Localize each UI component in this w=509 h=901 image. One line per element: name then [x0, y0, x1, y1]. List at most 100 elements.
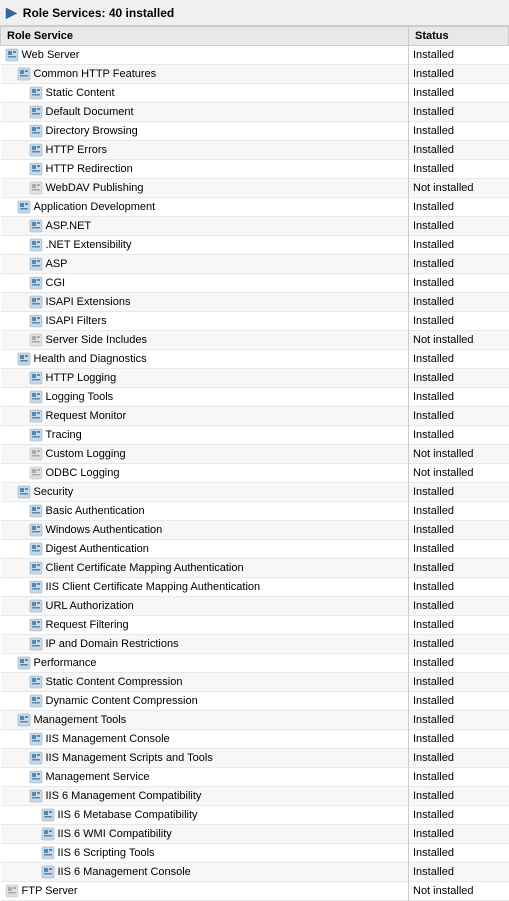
role-status: Installed [409, 312, 509, 331]
table-row: IIS 6 Management Console Installed [1, 863, 509, 882]
role-name: .NET Extensibility [46, 239, 132, 251]
role-name: Security [34, 486, 74, 498]
table-row: URL AuthorizationInstalled [1, 597, 509, 616]
role-name: IIS 6 Management Console [58, 866, 191, 878]
role-name: IIS Client Certificate Mapping Authentic… [46, 581, 261, 593]
header-title: Role Services: [23, 6, 106, 20]
role-services-table: Role Service Status Web ServerInstalled … [0, 26, 509, 901]
role-icon [5, 884, 19, 898]
role-name: HTTP Redirection [46, 163, 133, 175]
role-status: Installed [409, 160, 509, 179]
role-icon [17, 200, 31, 214]
role-icon [29, 580, 43, 594]
role-icon [41, 846, 55, 860]
table-row: HTTP ErrorsInstalled [1, 141, 509, 160]
table-row: Management ServiceInstalled [1, 768, 509, 787]
role-icon [29, 751, 43, 765]
header-count: 40 installed [109, 6, 174, 20]
role-icon [29, 295, 43, 309]
role-status: Installed [409, 198, 509, 217]
role-status: Installed [409, 825, 509, 844]
table-row: ASP.NETInstalled [1, 217, 509, 236]
role-icon [29, 675, 43, 689]
role-icon [29, 523, 43, 537]
role-status: Installed [409, 236, 509, 255]
table-row: Health and DiagnosticsInstalled [1, 350, 509, 369]
role-icon [29, 447, 43, 461]
role-icon [5, 48, 19, 62]
table-header-row: Role Service Status [1, 27, 509, 46]
role-icon [29, 219, 43, 233]
role-icon [17, 485, 31, 499]
header-icon: ▶ [6, 4, 17, 21]
role-icon [29, 390, 43, 404]
role-name: IIS 6 Scripting Tools [58, 847, 155, 859]
role-name: IP and Domain Restrictions [46, 638, 179, 650]
table-row: IIS 6 Management Compatibility Installed [1, 787, 509, 806]
role-name: CGI [46, 277, 66, 289]
role-status: Installed [409, 274, 509, 293]
role-status: Installed [409, 559, 509, 578]
table-row: Static Content CompressionInstalled [1, 673, 509, 692]
role-name: ASP [46, 258, 68, 270]
role-name: IIS Management Console [46, 733, 170, 745]
role-name: Dynamic Content Compression [46, 695, 198, 707]
col-status: Status [409, 27, 509, 46]
role-icon [29, 124, 43, 138]
role-icon [29, 86, 43, 100]
role-status: Installed [409, 844, 509, 863]
role-icon [17, 713, 31, 727]
table-row: Request FilteringInstalled [1, 616, 509, 635]
table-row: ODBC LoggingNot installed [1, 464, 509, 483]
role-name: ASP.NET [46, 220, 92, 232]
role-status: Installed [409, 103, 509, 122]
table-row: TracingInstalled [1, 426, 509, 445]
role-icon [29, 504, 43, 518]
role-icon [29, 466, 43, 480]
role-name: Directory Browsing [46, 125, 138, 137]
role-status: Installed [409, 578, 509, 597]
header: ▶ Role Services: 40 installed [0, 0, 509, 26]
role-status: Installed [409, 863, 509, 882]
role-status: Not installed [409, 331, 509, 350]
role-status: Installed [409, 711, 509, 730]
role-name: ISAPI Filters [46, 315, 107, 327]
role-icon [29, 561, 43, 575]
table-row: HTTP Redirection Installed [1, 160, 509, 179]
role-status: Installed [409, 84, 509, 103]
table-row: Management ToolsInstalled [1, 711, 509, 730]
table-row: Logging ToolsInstalled [1, 388, 509, 407]
table-row: IIS Client Certificate Mapping Authentic… [1, 578, 509, 597]
role-name: Static Content [46, 87, 115, 99]
role-icon [29, 428, 43, 442]
table-row: IIS 6 WMI CompatibilityInstalled [1, 825, 509, 844]
table-row: Request MonitorInstalled [1, 407, 509, 426]
role-status: Installed [409, 787, 509, 806]
role-name: Basic Authentication [46, 505, 145, 517]
role-status: Installed [409, 483, 509, 502]
role-icon [29, 333, 43, 347]
role-name: HTTP Logging [46, 372, 117, 384]
table-row: Default Document Installed [1, 103, 509, 122]
role-icon [29, 694, 43, 708]
role-name: Default Document [46, 106, 134, 118]
role-name: Application Development [34, 201, 156, 213]
role-name: IIS 6 Management Compatibility [46, 790, 202, 802]
role-name: ODBC Logging [46, 467, 120, 479]
role-name: WebDAV Publishing [46, 182, 144, 194]
role-icon [17, 656, 31, 670]
role-name: Common HTTP Features [34, 68, 157, 80]
table-row: HTTP LoggingInstalled [1, 369, 509, 388]
table-row: Client Certificate Mapping Authenticatio… [1, 559, 509, 578]
table-row: Basic AuthenticationInstalled [1, 502, 509, 521]
role-icon [29, 732, 43, 746]
role-icon [41, 865, 55, 879]
role-name: HTTP Errors [46, 144, 108, 156]
role-status: Installed [409, 768, 509, 787]
role-icon [29, 409, 43, 423]
role-icon [29, 770, 43, 784]
table-row: Directory BrowsingInstalled [1, 122, 509, 141]
table-row: Custom LoggingNot installed [1, 445, 509, 464]
role-status: Not installed [409, 882, 509, 901]
role-icon [17, 67, 31, 81]
